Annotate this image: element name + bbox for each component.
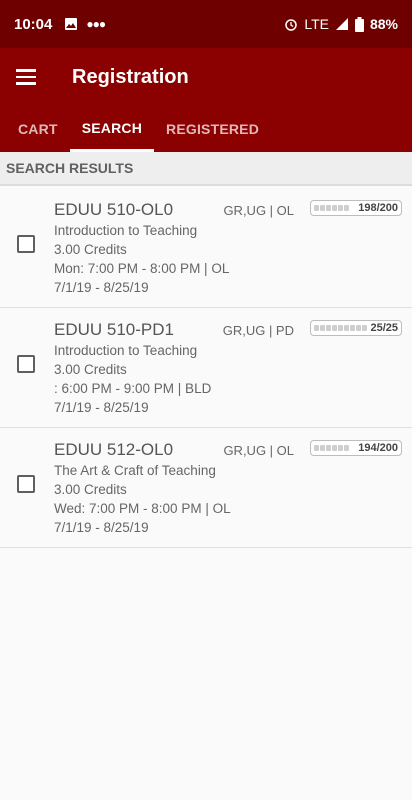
course-dates: 7/1/19 - 8/25/19 — [54, 280, 149, 295]
list-item[interactable]: EDUU 512-OL0 GR,UG | OL 194/200 The Art … — [0, 428, 412, 548]
capacity-meter — [314, 205, 358, 211]
course-code: EDUU 510-PD1 — [54, 320, 174, 339]
select-checkbox[interactable] — [17, 475, 35, 493]
list-item[interactable]: EDUU 510-PD1 GR,UG | PD 25/25 Introducti… — [0, 308, 412, 428]
select-checkbox[interactable] — [17, 235, 35, 253]
capacity-meter — [314, 325, 370, 331]
course-title: The Art & Craft of Teaching — [54, 463, 216, 478]
battery-icon — [354, 16, 364, 32]
course-schedule: Mon: 7:00 PM - 8:00 PM | OL — [54, 261, 230, 276]
course-dates: 7/1/19 - 8/25/19 — [54, 520, 149, 535]
tab-cart[interactable]: CART — [0, 106, 70, 152]
course-level: GR,UG | PD — [222, 323, 294, 338]
capacity-badge: 25/25 — [310, 320, 402, 336]
search-results-list: EDUU 510-OL0 GR,UG | OL 198/200 Introduc… — [0, 188, 412, 548]
app-bar: Registration CART SEARCH REGISTERED — [0, 48, 412, 152]
course-credits: 3.00 Credits — [54, 242, 127, 257]
capacity-badge: 194/200 — [310, 440, 402, 456]
signal-icon — [335, 18, 348, 30]
capacity-count: 25/25 — [370, 322, 398, 334]
course-level: GR,UG | OL — [223, 443, 294, 458]
course-level: GR,UG | OL — [223, 203, 294, 218]
alarm-icon — [285, 19, 298, 31]
tab-bar: CART SEARCH REGISTERED — [0, 106, 271, 152]
course-schedule: Wed: 7:00 PM - 8:00 PM | OL — [54, 501, 231, 516]
course-code: EDUU 512-OL0 — [54, 440, 174, 459]
course-credits: 3.00 Credits — [54, 362, 127, 377]
capacity-meter — [314, 445, 358, 451]
status-bar: 10:04 ●●● LTE 88% — [0, 0, 412, 48]
battery-percent: 88% — [369, 16, 398, 32]
tab-search[interactable]: SEARCH — [69, 106, 155, 152]
course-schedule: : 6:00 PM - 9:00 PM | BLD — [54, 381, 212, 396]
capacity-count: 198/200 — [358, 202, 398, 214]
list-item[interactable]: EDUU 510-OL0 GR,UG | OL 198/200 Introduc… — [0, 188, 412, 308]
course-dates: 7/1/19 - 8/25/19 — [54, 400, 149, 415]
image-icon — [65, 18, 78, 30]
menu-icon[interactable] — [16, 64, 42, 90]
course-title: Introduction to Teaching — [54, 343, 198, 358]
network-type: LTE — [304, 16, 329, 32]
capacity-badge: 198/200 — [310, 200, 402, 216]
capacity-count: 194/200 — [358, 442, 398, 454]
course-credits: 3.00 Credits — [54, 482, 127, 497]
course-title: Introduction to Teaching — [54, 223, 198, 238]
status-time: 10:04 — [14, 15, 53, 33]
page-title: Registration — [72, 66, 189, 88]
tab-registered[interactable]: REGISTERED — [154, 106, 271, 152]
search-results-header: SEARCH RESULTS — [0, 152, 412, 186]
select-checkbox[interactable] — [17, 355, 35, 373]
more-notifications-icon: ●●● — [86, 17, 106, 31]
course-code: EDUU 510-OL0 — [54, 200, 174, 219]
